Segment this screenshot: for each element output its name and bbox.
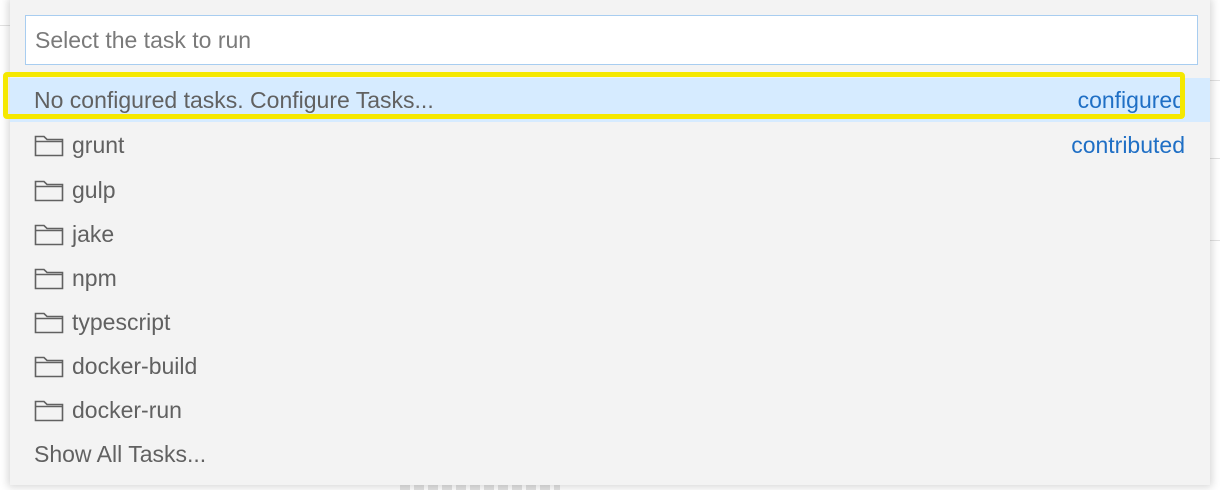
list-item-label: docker-build xyxy=(72,352,198,379)
folder-icon xyxy=(34,310,64,334)
list-item-label: jake xyxy=(72,220,115,247)
list-item-gulp[interactable]: gulp xyxy=(10,168,1210,212)
list-item-label: Show All Tasks... xyxy=(34,440,207,467)
task-search-input[interactable] xyxy=(26,16,1197,64)
folder-icon xyxy=(34,133,64,157)
list-item-label: npm xyxy=(72,264,117,291)
folder-icon xyxy=(34,178,64,202)
list-item-npm[interactable]: npm xyxy=(10,256,1210,300)
list-item-label: gulp xyxy=(72,176,116,203)
list-item-docker-run[interactable]: docker-run xyxy=(10,388,1210,432)
editor-background-line xyxy=(1210,80,1220,81)
list-item-badge: configured xyxy=(1077,86,1185,113)
list-item-label: No configured tasks. Configure Tasks... xyxy=(34,86,434,113)
editor-background-line xyxy=(1210,158,1220,159)
quick-open-widget: No configured tasks. Configure Tasks... … xyxy=(3,0,1210,485)
list-item-label: grunt xyxy=(72,131,125,158)
folder-icon xyxy=(34,398,64,422)
list-item-grunt[interactable]: grunt contributed xyxy=(10,122,1210,168)
list-item-configure-tasks[interactable]: No configured tasks. Configure Tasks... … xyxy=(3,72,1210,122)
editor-background-line xyxy=(0,25,10,26)
folder-icon xyxy=(34,222,64,246)
folder-icon xyxy=(34,266,64,290)
editor-background-line xyxy=(1210,240,1220,241)
list-item-typescript[interactable]: typescript xyxy=(10,300,1210,344)
list-item-show-all-tasks[interactable]: Show All Tasks... xyxy=(10,432,1210,476)
list-item-docker-build[interactable]: docker-build xyxy=(10,344,1210,388)
folder-icon xyxy=(34,354,64,378)
list-item-label: typescript xyxy=(72,308,171,335)
list-item-jake[interactable]: jake xyxy=(10,212,1210,256)
list-item-label: docker-run xyxy=(72,396,182,423)
task-input-box xyxy=(25,15,1198,65)
task-list: No configured tasks. Configure Tasks... … xyxy=(3,72,1210,476)
list-item-badge: contributed xyxy=(1071,131,1185,158)
